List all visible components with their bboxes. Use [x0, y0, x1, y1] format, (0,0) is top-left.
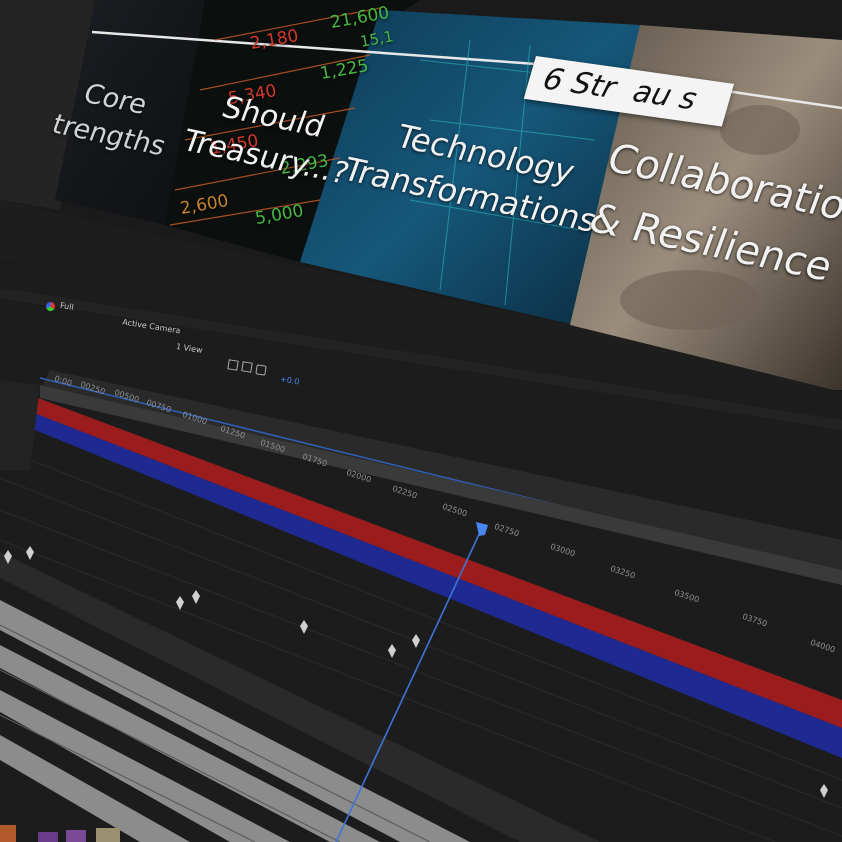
timeline-panel: Full Active Camera 1 View +0.0 0:00 0025…: [0, 0, 842, 842]
timeline-graphics: [0, 262, 842, 842]
snapshot-icon[interactable]: [255, 364, 267, 376]
mask-icon[interactable]: [241, 361, 253, 373]
after-effects-workspace: 21,600 2,180 5,340 1,225 1,450 2,293 2,6…: [0, 0, 842, 842]
zoom-select[interactable]: Full: [59, 301, 74, 312]
grid-icon[interactable]: [227, 359, 239, 371]
